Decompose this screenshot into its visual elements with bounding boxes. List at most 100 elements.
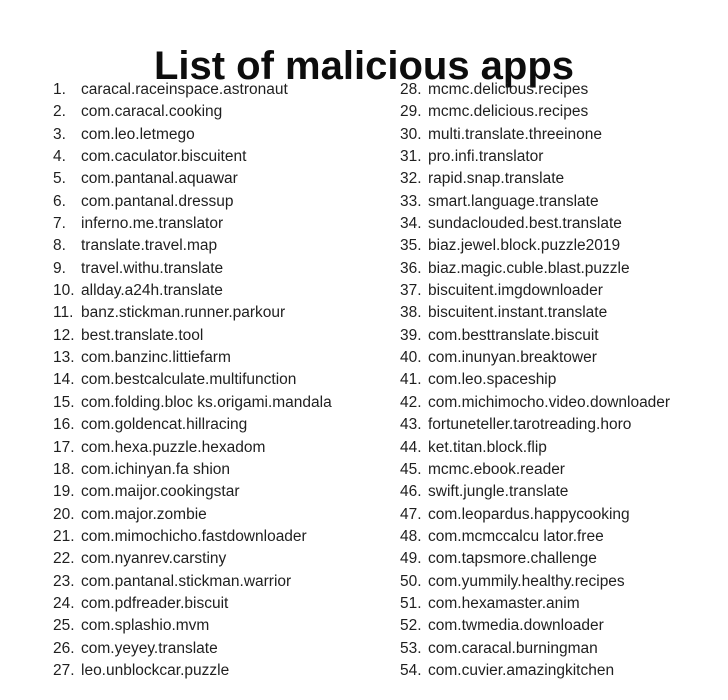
app-package-name: com.maijor.cookingstar: [81, 483, 240, 501]
list-item: 25. com.splashio.mvm: [53, 615, 332, 637]
list-item: 32. rapid.snap.translate: [400, 168, 670, 190]
list-item-number: 7.: [53, 215, 66, 233]
list-item-number: 17.: [53, 438, 75, 456]
app-package-name: travel.withu.translate: [81, 259, 224, 277]
list-item-number: 14.: [53, 371, 75, 389]
app-package-name: com.nyanrev.carstiny: [81, 550, 227, 568]
list-item: 10. allday.a24h.translate: [53, 280, 332, 302]
app-package-name: com.twmedia.downloader: [428, 617, 604, 635]
list-item: 40. com.inunyan.breaktower: [400, 347, 670, 369]
list-item-number: 46.: [400, 483, 422, 501]
list-item: 23. com.pantanal.stickman.warrior: [53, 571, 332, 593]
app-package-name: sundaclouded.best.translate: [428, 215, 622, 233]
app-package-name: banz.stickman.runner.parkour: [81, 304, 286, 322]
list-item-number: 51.: [400, 594, 422, 612]
list-item: 37. biscuitent.imgdownloader: [400, 280, 670, 302]
app-package-name: multi.translate.threeinone: [428, 125, 603, 143]
list-item-number: 4.: [53, 148, 66, 166]
list-item: 16. com.goldencat.hillracing: [53, 414, 332, 436]
app-package-name: com.banzinc.littiefarm: [81, 349, 231, 367]
list-item-number: 49.: [400, 550, 422, 568]
app-package-name: com.tapsmore.challenge: [428, 550, 597, 568]
list-item-number: 11.: [53, 304, 74, 322]
list-item: 8. translate.travel.map: [53, 235, 332, 257]
list-item: 22. com.nyanrev.carstiny: [53, 548, 332, 570]
list-item: 45. mcmc.ebook.reader: [400, 459, 670, 481]
list-item: 2. com.caracal.cooking: [53, 101, 332, 123]
list-item-number: 43.: [400, 416, 422, 434]
list-item: 11. banz.stickman.runner.parkour: [53, 302, 332, 324]
list-item: 31. pro.infi.translator: [400, 146, 670, 168]
list-item-number: 23.: [53, 572, 75, 590]
list-item: 24. com.pdfreader.biscuit: [53, 593, 332, 615]
list-item-number: 26.: [53, 639, 75, 657]
app-package-name: mcmc.ebook.reader: [428, 460, 565, 478]
app-package-name: mcmc.delicious.recipes: [428, 103, 589, 121]
list-item-number: 45.: [400, 460, 422, 478]
list-item-number: 52.: [400, 617, 422, 635]
list-item: 12. best.translate.tool: [53, 325, 332, 347]
list-item-number: 48.: [400, 527, 422, 545]
list-item-number: 35.: [400, 237, 422, 255]
list-item: 3. com.leo.letmego: [53, 124, 332, 146]
app-package-name: com.major.zombie: [81, 505, 207, 523]
app-package-name: com.caculator.biscuitent: [81, 148, 247, 166]
app-list-right-column: 28. mcmc.delicious.recipes 29. mcmc.delicio…: [400, 79, 670, 682]
list-item: 17. com.hexa.puzzle.hexadom: [53, 437, 332, 459]
list-item-number: 8.: [53, 237, 66, 255]
app-package-name: com.bestcalculate.multifunction: [81, 371, 297, 389]
list-item: 46. swift.jungle.translate: [400, 481, 670, 503]
list-item-number: 22.: [53, 550, 75, 568]
list-item: 13. com.banzinc.littiefarm: [53, 347, 332, 369]
list-item: 20. com.major.zombie: [53, 504, 332, 526]
app-package-name: com.goldencat.hillracing: [81, 416, 248, 434]
list-item-number: 6.: [53, 192, 66, 210]
app-package-name: com.caracal.burningman: [428, 639, 598, 657]
list-item: 33. smart.language.translate: [400, 191, 670, 213]
list-item: 53. com.caracal.burningman: [400, 638, 670, 660]
list-item-number: 1.: [53, 81, 66, 98]
list-item-number: 37.: [400, 282, 422, 300]
app-package-name: com.inunyan.breaktower: [428, 349, 597, 367]
list-item: 38. biscuitent.instant.translate: [400, 302, 670, 324]
list-item-number: 47.: [400, 505, 422, 523]
list-item-number: 30.: [400, 125, 422, 143]
list-item-number: 28.: [400, 81, 422, 98]
app-package-name: smart.language.translate: [428, 192, 599, 210]
app-package-name: translate.travel.map: [81, 237, 218, 255]
list-item-number: 39.: [400, 326, 422, 344]
list-item-number: 2.: [53, 103, 66, 121]
app-package-name: rapid.snap.translate: [428, 170, 565, 188]
list-item-number: 21.: [53, 527, 75, 545]
list-item-number: 41.: [400, 371, 422, 389]
list-item: 35. biaz.jewel.block.puzzle2019: [400, 235, 670, 257]
list-item-number: 53.: [400, 639, 422, 657]
app-package-name: biscuitent.imgdownloader: [428, 282, 603, 300]
list-item: 5. com.pantanal.aquawar: [53, 168, 332, 190]
list-item-number: 5.: [53, 170, 66, 188]
list-item-number: 20.: [53, 505, 75, 523]
list-item: 34. sundaclouded.best.translate: [400, 213, 670, 235]
list-item: 6. com.pantanal.dressup: [53, 191, 332, 213]
app-package-name: com.hexamaster.anim: [428, 594, 580, 612]
list-item-number: 34.: [400, 215, 422, 233]
app-list-left-column: 1. caracal.raceinspace.astronaut 2. com.car…: [53, 79, 332, 682]
list-item: 9. travel.withu.translate: [53, 258, 332, 280]
app-package-name: mcmc.delicious.recipes: [428, 81, 589, 98]
list-item-number: 29.: [400, 103, 422, 121]
list-item: 30. multi.translate.threeinone: [400, 124, 670, 146]
app-package-name: fortuneteller.tarotreading.horo: [428, 416, 632, 434]
list-item-number: 18.: [53, 460, 75, 478]
app-package-name: com.splashio.mvm: [81, 617, 210, 635]
list-item: 47. com.leopardus.happycooking: [400, 504, 670, 526]
app-package-name: com.leopardus.happycooking: [428, 505, 630, 523]
list-item-number: 36.: [400, 259, 422, 277]
app-package-name: com.mimochicho.fastdownloader: [81, 527, 307, 545]
app-package-name: biaz.jewel.block.puzzle2019: [428, 237, 621, 255]
list-item-number: 50.: [400, 572, 422, 590]
list-item: 27. leo.unblockcar.puzzle: [53, 660, 332, 682]
app-package-name: com.pantanal.aquawar: [81, 170, 238, 188]
list-item: 4. com.caculator.biscuitent: [53, 146, 332, 168]
app-package-name: com.cuvier.amazingkitchen: [428, 661, 615, 679]
list-item: 26. com.yeyey.translate: [53, 638, 332, 660]
